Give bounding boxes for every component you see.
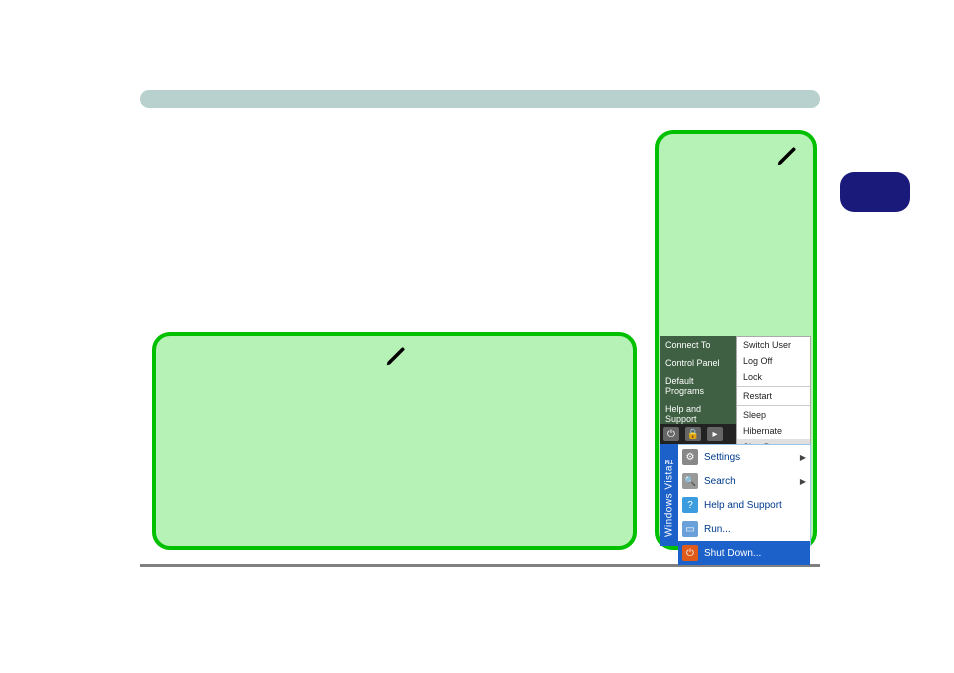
lock-icon[interactable]: 🔒 (685, 427, 701, 441)
classic-start-menu: Windows Vista™ ⚙ Settings ▶ 🔍 Search ▶ ?… (660, 444, 811, 546)
vista-menu-item-control-panel[interactable]: Control Panel (660, 354, 736, 372)
os-brand-label: Windows Vista™ (660, 444, 678, 546)
vista-submenu-switch-user[interactable]: Switch User (737, 337, 810, 353)
run-icon: ▭ (682, 521, 698, 537)
power-icon[interactable]: ⏻ (663, 427, 679, 441)
vista-shutdown-submenu: Switch User Log Off Lock Restart Sleep H… (736, 336, 811, 444)
shutdown-icon: ⏻ (682, 545, 698, 561)
vista-submenu-hibernate[interactable]: Hibernate (737, 423, 810, 439)
settings-icon: ⚙ (682, 449, 698, 465)
vista-menu-item-default-programs[interactable]: Default Programs (660, 372, 736, 400)
edit-icon (775, 146, 793, 164)
classic-menu-label: Run... (704, 524, 731, 535)
classic-menu-item-settings[interactable]: ⚙ Settings ▶ (678, 445, 810, 469)
classic-menu-item-search[interactable]: 🔍 Search ▶ (678, 469, 810, 493)
chevron-right-icon[interactable]: ▸ (707, 427, 723, 441)
classic-menu-item-help[interactable]: ? Help and Support (678, 493, 810, 517)
vista-power-bar: ⏻ 🔒 ▸ (660, 424, 736, 444)
edit-icon (384, 346, 402, 364)
page-title-bar (140, 90, 820, 108)
vista-menu-item-connect-to[interactable]: Connect To (660, 336, 736, 354)
page-thumb-tab (840, 172, 910, 212)
vista-submenu-sleep[interactable]: Sleep (737, 407, 810, 423)
vista-submenu-log-off[interactable]: Log Off (737, 353, 810, 369)
chevron-right-icon: ▶ (800, 477, 806, 486)
classic-menu-body: ⚙ Settings ▶ 🔍 Search ▶ ? Help and Suppo… (678, 444, 811, 546)
help-icon: ? (682, 497, 698, 513)
classic-menu-label: Shut Down... (704, 548, 761, 559)
classic-menu-label: Settings (704, 452, 740, 463)
classic-menu-item-shutdown[interactable]: ⏻ Shut Down... (678, 541, 810, 565)
chevron-right-icon: ▶ (800, 453, 806, 462)
vista-menu-left-panel: Connect To Control Panel Default Program… (660, 336, 736, 424)
vista-submenu-restart[interactable]: Restart (737, 388, 810, 404)
vista-submenu-lock[interactable]: Lock (737, 369, 810, 385)
classic-menu-label: Help and Support (704, 500, 782, 511)
classic-menu-label: Search (704, 476, 736, 487)
vista-start-menu: Connect To Control Panel Default Program… (660, 336, 811, 444)
classic-menu-item-run[interactable]: ▭ Run... (678, 517, 810, 541)
search-icon: 🔍 (682, 473, 698, 489)
